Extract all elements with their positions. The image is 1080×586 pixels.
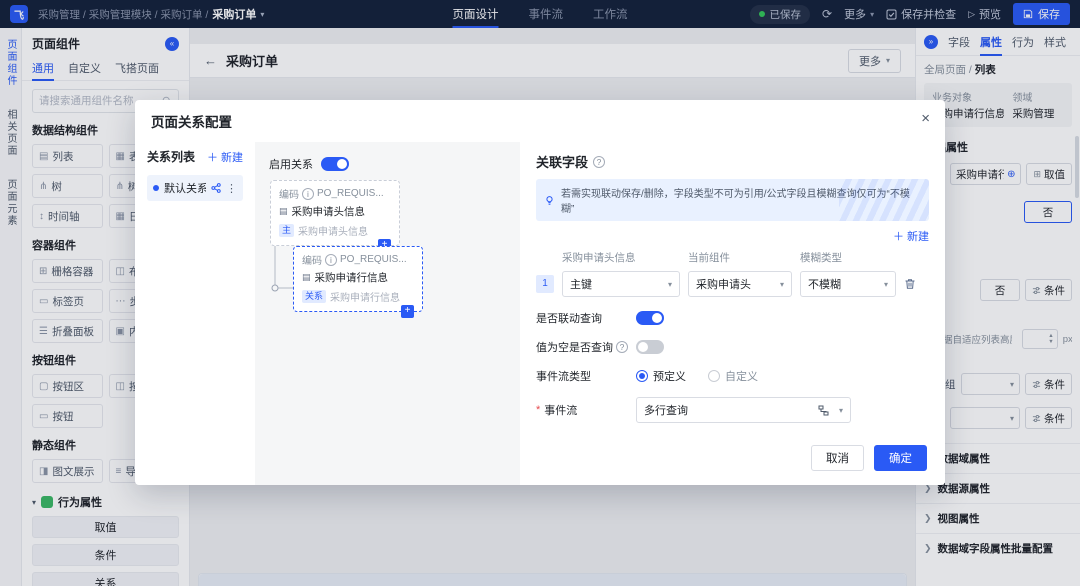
column-header: 模糊类型 [800,250,896,265]
info-icon: ? [616,341,628,353]
node-header-entity[interactable]: 编码 i PO_REQUIS... ▤采购申请头信息 主 采购申请头信息 + [270,180,400,246]
enable-relation-label: 启用关系 [269,156,313,172]
component-select[interactable]: 采购申请头▾ [688,271,792,297]
table-icon: ▤ [279,206,288,217]
column-header: 当前组件 [688,250,792,265]
active-dot-icon [153,185,159,191]
event-flow-label: 事件流 [544,402,577,418]
cancel-button[interactable]: 取消 [811,445,864,471]
new-field-link[interactable]: ＋ 新建 [893,228,929,244]
related-fields-title: 关联字段 [536,152,588,171]
field-select[interactable]: 主键▾ [562,271,680,297]
flow-icon[interactable] [818,405,829,416]
bulb-icon [544,195,555,206]
linked-query-toggle[interactable] [636,311,664,325]
radio-custom[interactable]: 自定义 [708,368,758,384]
fuzzy-select[interactable]: 不模糊▾ [800,271,896,297]
close-icon[interactable]: × [921,111,930,126]
linked-query-label: 是否联动查询 [536,310,628,326]
node-line-entity[interactable]: 编码 i PO_REQUIS... ▤采购申请行信息 关系 采购申请行信息 + [293,246,423,312]
event-flow-row: * 事件流 多行查询 ▾ [536,397,929,423]
primary-tag: 主 [279,224,294,237]
row-index-badge: 1 [536,275,554,293]
chevron-down-icon: ▾ [884,280,888,289]
table-icon: ▤ [302,272,311,283]
radio-off-icon [708,370,720,382]
more-vertical-icon[interactable]: ⋮ [226,182,237,195]
tip-text: 若需实现联动保存/删除，字段类型不可为引用/公式字段且模糊查询仅可为“不模糊” [561,185,921,215]
info-icon: i [302,188,314,200]
flow-type-label: 事件流类型 [536,368,628,384]
relation-graph-icon[interactable] [211,183,221,193]
relation-tag: 关系 [302,290,326,303]
delete-row-icon[interactable] [904,278,920,290]
modal-title: 页面关系配置 [135,100,945,142]
info-icon: ? [593,156,605,168]
flow-type-row: 事件流类型 预定义 自定义 [536,368,929,384]
related-fields-panel: 关联字段 ? 若需实现联动保存/删除，字段类型不可为引用/公式字段且模糊查询仅可… [520,142,945,485]
info-icon: i [325,254,337,266]
new-relation-link[interactable]: ＋ 新建 [207,149,243,165]
chevron-down-icon: ▾ [668,280,672,289]
relation-list-panel: 关系列表 ＋ 新建 默认关系1 ⋮ [135,142,255,485]
radio-predefined[interactable]: 预定义 [636,368,686,384]
chevron-down-icon: ▾ [839,406,843,415]
relation-canvas: 启用关系 编码 i PO_REQUIS... ▤采购申请头信息 主 采购申请头信… [255,142,520,485]
linked-query-row: 是否联动查询 [536,310,929,326]
relation-list-title: 关系列表 [147,148,195,165]
event-flow-select[interactable]: 多行查询 ▾ [636,397,851,423]
add-node-icon[interactable]: + [401,305,414,318]
relation-list-item[interactable]: 默认关系1 ⋮ [147,175,243,201]
field-mapping-row: 1 主键▾ 采购申请头▾ 不模糊▾ [536,271,929,297]
tip-banner: 若需实现联动保存/删除，字段类型不可为引用/公式字段且模糊查询仅可为“不模糊” [536,179,929,221]
chevron-down-icon: ▾ [780,280,784,289]
enable-relation-toggle[interactable] [321,157,349,171]
relation-config-modal: 页面关系配置 × 关系列表 ＋ 新建 默认关系1 ⋮ 启用关系 [135,100,945,485]
empty-query-toggle[interactable] [636,340,664,354]
required-mark: * [536,404,540,416]
empty-query-row: 值为空是否查询? [536,339,929,355]
column-header: 采购申请头信息 [562,250,680,265]
radio-on-icon [636,370,648,382]
confirm-button[interactable]: 确定 [874,445,927,471]
